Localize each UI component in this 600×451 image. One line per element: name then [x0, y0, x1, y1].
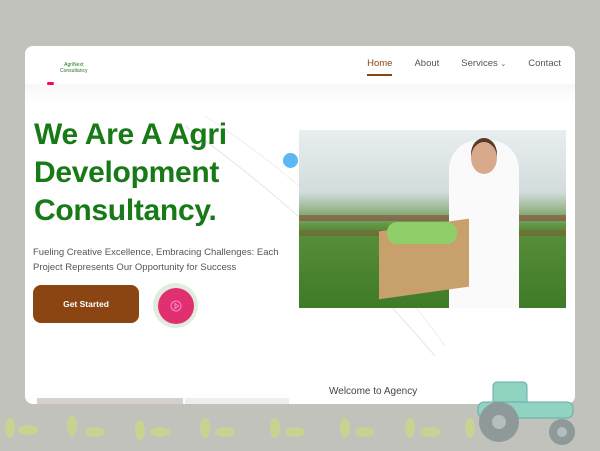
decorative-dot	[47, 82, 54, 85]
play-video-button[interactable]	[153, 283, 198, 328]
hero-subtitle: Fueling Creative Excellence, Embracing C…	[33, 247, 279, 273]
play-icon	[157, 287, 194, 324]
nav-services-label: Services	[461, 58, 498, 69]
title-line: We Are A Agri	[34, 118, 227, 151]
logo-line2: Consultancy	[60, 68, 88, 74]
title-line: Consultancy.	[34, 194, 217, 227]
chevron-down-icon: ⌄	[500, 61, 507, 68]
decorative-dot	[283, 153, 298, 168]
nav-about[interactable]: About	[414, 58, 439, 75]
nav-home[interactable]: Home	[367, 58, 393, 76]
section-heading: Welcome to Agency	[327, 386, 420, 398]
get-started-button[interactable]: Get Started	[33, 285, 139, 323]
hero-image	[299, 130, 566, 308]
section-image	[37, 398, 183, 404]
section-image	[185, 398, 289, 404]
nav-services[interactable]: Services ⌄	[461, 58, 506, 75]
nav-menu: Home About Services ⌄ Contact	[345, 58, 561, 76]
page-card: AgriNext Consultancy Home About Services …	[25, 46, 575, 404]
tractor-illustration	[477, 381, 575, 445]
logo[interactable]: AgriNext Consultancy	[60, 62, 88, 74]
navbar: AgriNext Consultancy Home About Services …	[25, 46, 575, 84]
title-line: Development	[34, 156, 220, 189]
hero-title: We Are A Agri Development Consultancy.	[34, 116, 227, 230]
nav-contact[interactable]: Contact	[528, 58, 561, 75]
